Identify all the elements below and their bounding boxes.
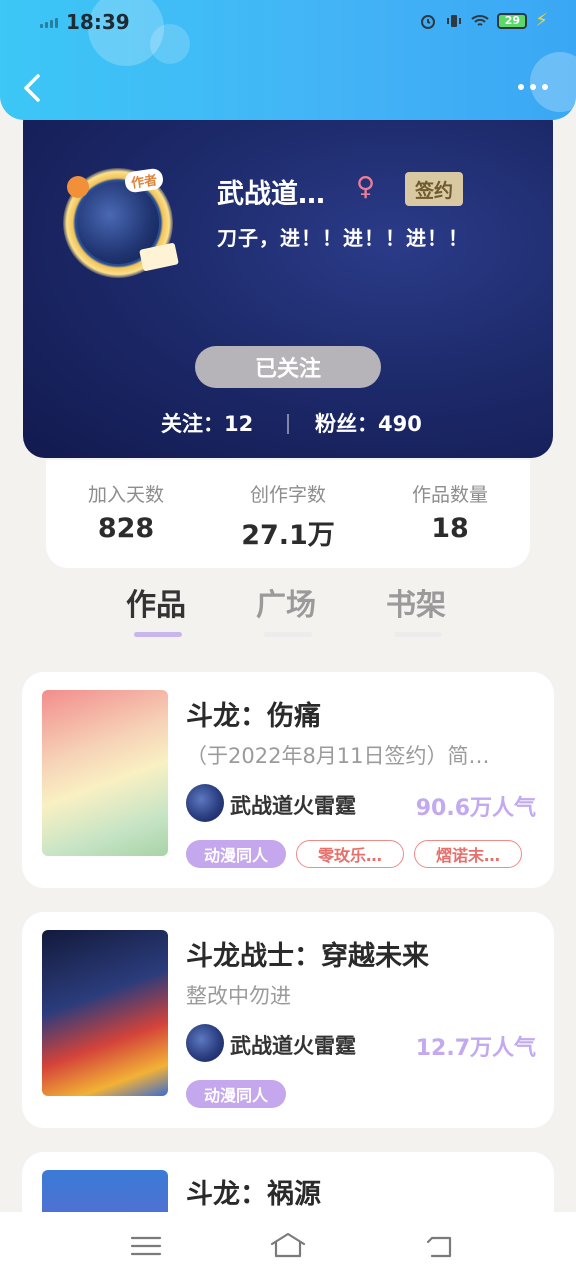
profile-card: 作者 武战道… ♀ 签约 刀子，进！！进！！进！！ 已关注 关注：12 粉丝：4…: [23, 100, 553, 458]
work-card[interactable]: 斗龙战士：穿越未来 整改中勿进 武战道火雷霆 12.7万人气 动漫同人: [22, 912, 554, 1128]
tag[interactable]: 动漫同人: [186, 1080, 286, 1108]
work-author: 武战道火雷霆: [230, 794, 356, 818]
work-title: 斗龙：伤痛: [186, 701, 321, 732]
work-title: 斗龙：祸源: [186, 1179, 321, 1210]
work-card[interactable]: 斗龙：伤痛 （于2022年8月11日签约）简… 武战道火雷霆 90.6万人气 动…: [22, 672, 554, 888]
battery-level: 29: [504, 14, 521, 27]
status-time: 18:39: [66, 10, 130, 34]
more-horizontal-icon[interactable]: [518, 84, 548, 92]
decor-bubble: [150, 24, 190, 64]
tag[interactable]: 熠诺末…: [414, 840, 522, 868]
avatar[interactable]: 作者: [57, 158, 183, 284]
balloon-icon: [67, 176, 89, 198]
stat-value: 27.1万: [241, 520, 335, 551]
tab-bookshelf[interactable]: 书架: [386, 580, 446, 624]
female-icon: ♀: [356, 172, 376, 202]
book-cover[interactable]: [42, 930, 168, 1096]
follow-stats: 关注：12 粉丝：490: [23, 408, 553, 442]
back-icon[interactable]: [420, 1230, 460, 1262]
work-author: 武战道火雷霆: [230, 1034, 356, 1058]
stat-value: 828: [97, 513, 155, 544]
alarm-icon: [421, 14, 436, 29]
work-author-row: 武战道火雷霆 12.7万人气: [186, 1024, 536, 1064]
divider: [287, 414, 289, 434]
book-cover[interactable]: [42, 690, 168, 856]
tab-indicator: [134, 632, 182, 637]
following-count[interactable]: 关注：12: [161, 408, 253, 438]
wifi-icon: [471, 14, 490, 26]
system-nav-bar: [0, 1212, 576, 1280]
status-icons: 29 ⚡: [419, 10, 548, 31]
popularity: 90.6万人气: [415, 796, 536, 821]
stat-label: 作品数量: [411, 484, 488, 506]
home-icon[interactable]: [268, 1230, 308, 1262]
vibrate-icon: [447, 14, 462, 27]
stat-value: 18: [431, 513, 469, 544]
work-description: 整改中勿进: [186, 984, 291, 1008]
tab-square[interactable]: 广场: [256, 580, 316, 624]
tab-bar: 作品 广场 书架: [0, 580, 576, 646]
follow-button[interactable]: 已关注: [195, 346, 381, 388]
decor-bubble: [530, 52, 576, 112]
work-description: （于2022年8月11日签约）简…: [186, 744, 490, 768]
tab-works[interactable]: 作品: [126, 580, 186, 624]
tag[interactable]: 零玫乐…: [296, 840, 404, 868]
tab-indicator: [394, 632, 442, 637]
stat-label: 创作字数: [249, 484, 326, 506]
signed-badge: 签约: [405, 172, 463, 206]
menu-icon[interactable]: [126, 1230, 166, 1262]
stats-panel: 加入天数 828 创作字数 27.1万 作品数量 18: [46, 460, 530, 568]
signal-icon: [40, 16, 60, 28]
battery-icon: 29: [497, 12, 528, 29]
tag[interactable]: 动漫同人: [186, 840, 286, 868]
profile-name: 武战道…: [217, 179, 325, 210]
tab-indicator: [264, 632, 312, 637]
top-app-bar: 18:39 29 ⚡: [0, 0, 576, 120]
charging-icon: ⚡: [535, 10, 548, 31]
work-author-row: 武战道火雷霆 90.6万人气: [186, 784, 536, 824]
stat-join-days: 加入天数 828: [46, 480, 206, 544]
stat-word-count: 创作字数 27.1万: [208, 480, 368, 552]
popularity: 12.7万人气: [415, 1036, 536, 1061]
author-avatar: [186, 1024, 224, 1062]
stat-works-count: 作品数量 18: [370, 480, 530, 544]
author-avatar: [186, 784, 224, 822]
profile-motto: 刀子，进！！进！！进！！: [217, 226, 469, 250]
work-title: 斗龙战士：穿越未来: [186, 941, 429, 972]
stat-label: 加入天数: [87, 484, 164, 506]
chevron-left-icon[interactable]: [20, 72, 44, 104]
fans-count[interactable]: 粉丝：490: [315, 408, 422, 438]
